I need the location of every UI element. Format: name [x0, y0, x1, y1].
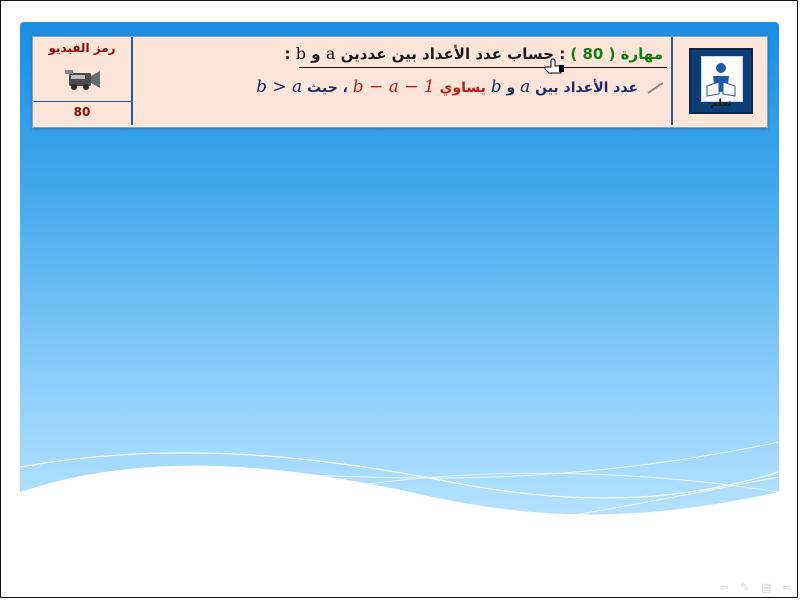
skill-underline: [299, 67, 667, 68]
video-code-box[interactable]: رمز الفيديو 80: [33, 37, 133, 125]
hand-cursor-icon: [544, 58, 564, 74]
video-code-label: رمز الفيديو: [48, 41, 116, 55]
skill-title: مهارة ( 80 ) : حساب عدد الأعداد بين عددي…: [285, 44, 663, 63]
rule-var-a: a: [520, 77, 531, 97]
rule-condition: b > a: [256, 77, 303, 97]
rule-and: و: [506, 80, 516, 96]
rule-var-b: b: [490, 77, 502, 97]
learner-figure-icon: [706, 63, 736, 97]
rule-expression: b − a − 1: [352, 77, 435, 97]
skill-end-colon: :: [284, 45, 291, 63]
pencil-icon: [647, 82, 663, 94]
skill-number: مهارة ( 80 ): [570, 45, 663, 63]
video-camera-icon: [65, 70, 100, 90]
slide-nav-controls: ⇦ ✎ ▤ ⇨: [711, 581, 792, 594]
logo-box: تعلم: [671, 37, 767, 125]
skill-and: و: [311, 45, 321, 63]
video-code-number: 80: [73, 105, 91, 119]
skill-header: رمز الفيديو 80 مهارة ( 80 ) : حساب عدد ا…: [32, 36, 768, 128]
next-slide-icon[interactable]: ⇨: [783, 581, 792, 594]
prev-slide-icon[interactable]: ⇦: [719, 581, 728, 594]
rule-equals: يساوي: [439, 80, 486, 96]
video-box-divider: [33, 101, 131, 102]
rule-where: حيث: [307, 80, 338, 96]
slide-menu-icon[interactable]: ▤: [761, 581, 771, 594]
learning-logo-icon: تعلم: [689, 48, 753, 114]
rule-text: عدد الأعداد بين: [535, 80, 639, 96]
skill-text: حساب عدد الأعداد بين عددين: [340, 45, 554, 63]
rule-comma: ،: [342, 80, 348, 96]
logo-text: تعلم: [710, 98, 732, 109]
skill-var-b: b: [295, 44, 307, 63]
pen-tool-icon[interactable]: ✎: [740, 581, 749, 594]
skill-var-a: a: [325, 44, 336, 63]
rule-statement: عدد الأعداد بين a و b يساوي b − a − 1 ، …: [256, 77, 663, 97]
